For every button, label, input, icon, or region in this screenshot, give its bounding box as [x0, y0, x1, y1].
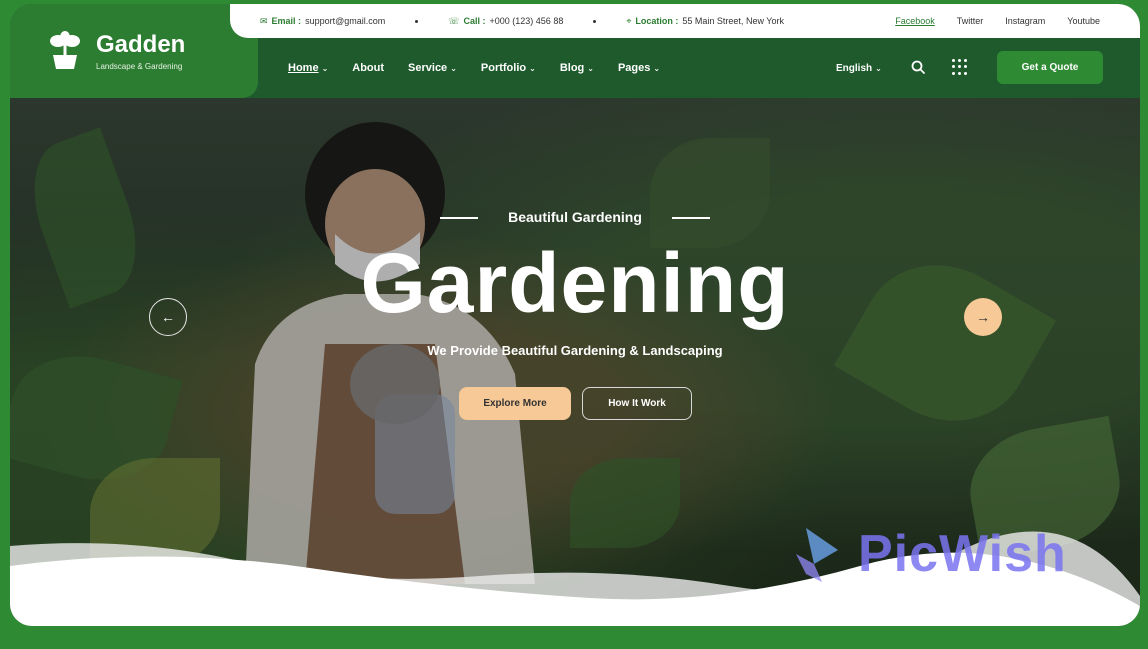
email-info[interactable]: ✉ Email : support@gmail.com [260, 16, 385, 27]
phone-icon: ☏ [448, 15, 460, 26]
nav-menu: Home ⌄ About Service ⌄ Portfolio ⌄ Blog … [288, 38, 684, 98]
chevron-down-icon: ⌄ [529, 63, 536, 73]
slider-prev-button[interactable]: ← [149, 298, 187, 336]
map-pin-icon: ⌖ [626, 15, 632, 26]
arrow-right-icon: → [976, 309, 990, 325]
nav-item-pages[interactable]: Pages ⌄ [618, 62, 660, 74]
call-info[interactable]: ☏ Call : +000 (123) 456 88 [448, 16, 563, 27]
hero-eyebrow-text: Beautiful Gardening [508, 209, 642, 225]
grid-menu-icon[interactable] [952, 59, 968, 75]
location-label: Location : [635, 16, 679, 26]
email-label: Email : [271, 16, 302, 26]
social-link-youtube[interactable]: Youtube [1067, 16, 1100, 26]
how-it-work-button[interactable]: How It Work [582, 387, 692, 420]
call-label: Call : [463, 16, 486, 26]
chevron-down-icon: ⌄ [450, 63, 457, 73]
picwish-logo-icon [796, 528, 838, 582]
nav-item-service[interactable]: Service ⌄ [408, 62, 457, 74]
search-icon[interactable] [910, 59, 926, 75]
language-selector[interactable]: English ⌄ [836, 38, 882, 98]
nav-item-home[interactable]: Home ⌄ [288, 62, 328, 74]
chevron-down-icon: ⌄ [875, 63, 882, 73]
call-value: +000 (123) 456 88 [489, 16, 564, 26]
nav-item-about[interactable]: About [352, 62, 384, 74]
email-value: support@gmail.com [305, 16, 386, 26]
social-links: Facebook Twitter Instagram Youtube [895, 16, 1140, 26]
envelope-icon: ✉ [260, 15, 268, 26]
chevron-down-icon: ⌄ [653, 63, 661, 73]
chevron-down-icon: ⌄ [321, 63, 329, 73]
nav-item-label: Blog [559, 62, 585, 74]
social-link-twitter[interactable]: Twitter [957, 16, 984, 26]
slider-next-button[interactable]: → [964, 298, 1002, 336]
social-link-facebook[interactable]: Facebook [895, 16, 935, 26]
arrow-left-icon: ← [161, 309, 175, 325]
language-label: English [836, 62, 873, 74]
brand-name: Gadden [96, 30, 186, 58]
nav-item-label: Home [288, 62, 319, 74]
plant-pot-icon [50, 31, 80, 69]
separator-dot [593, 19, 597, 23]
logo[interactable]: Gadden Landscape & Gardening [10, 4, 258, 98]
explore-more-button[interactable]: Explore More [459, 387, 571, 420]
location-info[interactable]: ⌖ Location : 55 Main Street, New York [626, 16, 784, 27]
chevron-down-icon: ⌄ [587, 63, 594, 73]
top-info-bar: ✉ Email : support@gmail.com ☏ Call : +00… [230, 4, 1140, 38]
nav-item-portfolio[interactable]: Portfolio ⌄ [481, 62, 536, 74]
nav-item-label: Pages [617, 62, 651, 74]
get-a-quote-button[interactable]: Get a Quote [997, 51, 1103, 84]
social-link-instagram[interactable]: Instagram [1005, 16, 1045, 26]
picwish-watermark: PicWish [792, 524, 1067, 584]
hero-eyebrow: Beautiful Gardening [10, 209, 1140, 225]
brand-tagline: Landscape & Gardening [96, 61, 183, 71]
nav-item-blog[interactable]: Blog ⌄ [560, 62, 594, 74]
location-value: 55 Main Street, New York [682, 16, 784, 26]
nav-item-label: About [352, 62, 385, 74]
divider [440, 217, 479, 220]
browser-frame: Gadden Landscape & Gardening ✉ Email : s… [10, 4, 1140, 626]
watermark-text: PicWish [858, 525, 1067, 583]
separator-dot [415, 19, 419, 23]
hero-subtitle: We Provide Beautiful Gardening & Landsca… [427, 343, 723, 358]
nav-item-label: Service [408, 62, 448, 74]
divider [671, 217, 710, 220]
nav-item-label: Portfolio [480, 62, 527, 74]
